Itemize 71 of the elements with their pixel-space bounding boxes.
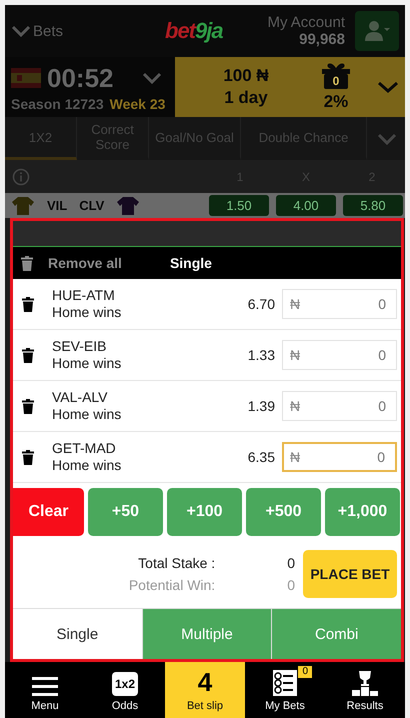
odds-value: 6.70: [248, 296, 275, 312]
currency-sign: ₦: [290, 449, 300, 465]
bet-type-tab[interactable]: Combi: [271, 609, 402, 659]
account-label[interactable]: My Account: [267, 14, 345, 31]
potential-win-value: 0: [287, 577, 295, 593]
odds-value: 6.35: [248, 449, 275, 465]
currency-sign: ₦: [290, 347, 300, 363]
trash-icon[interactable]: [22, 296, 34, 312]
chevron-down-icon[interactable]: [377, 132, 397, 146]
remove-all-button[interactable]: Remove all: [13, 247, 122, 279]
away-team: CLV: [79, 198, 104, 213]
bets-label[interactable]: Bets: [33, 22, 64, 40]
trash-icon[interactable]: [22, 348, 34, 362]
nav-item[interactable]: 4 Bet slip: [165, 662, 245, 718]
odds-button[interactable]: 5.80: [343, 195, 403, 216]
market-name: Home wins: [52, 355, 122, 372]
week-label: Week 23: [110, 96, 166, 112]
chevron-down-icon[interactable]: [377, 80, 399, 94]
chevron-down-icon[interactable]: [142, 71, 162, 85]
nav-item[interactable]: 1x2 Odds: [85, 662, 165, 718]
menu-icon: [32, 676, 58, 696]
countdown: 00:52: [47, 62, 114, 94]
odds-icon: 1x2: [112, 672, 138, 696]
slip-mode-label: Single: [170, 255, 212, 271]
potential-win-label: Potential Win:: [128, 577, 216, 593]
bet-count: 4: [198, 668, 212, 696]
odds-button[interactable]: 4.00: [276, 195, 336, 216]
nav-item[interactable]: Menu: [5, 662, 85, 718]
bets-badge: 0: [298, 666, 312, 678]
chevron-down-icon[interactable]: [11, 24, 31, 38]
trophy-podium-icon: [351, 670, 379, 696]
match-name: GET-MAD: [52, 440, 117, 457]
jackpot-period: 1 day: [224, 88, 268, 108]
logo: bet9ja: [165, 18, 223, 44]
account-button[interactable]: [355, 11, 399, 51]
market-name: Home wins: [52, 304, 122, 321]
jackpot-amount: 100 ₦: [223, 66, 269, 86]
nav-item[interactable]: Results: [325, 662, 405, 718]
currency-sign: ₦: [290, 398, 300, 414]
trash-icon[interactable]: [22, 398, 34, 414]
quick-stake-button[interactable]: +50: [88, 488, 163, 536]
quick-stake-button[interactable]: +500: [246, 488, 321, 536]
home-team: VIL: [47, 198, 68, 213]
trash-icon: [21, 256, 33, 270]
bet-type-tab[interactable]: Multiple: [142, 609, 272, 659]
market-name: Home wins: [52, 406, 122, 423]
balance: 99,968: [299, 31, 345, 48]
season-label: Season 12723: [11, 96, 104, 112]
match-name: HUE-ATM: [52, 287, 116, 304]
total-stake-label: Total Stake :: [138, 555, 216, 571]
total-stake-value: 0: [287, 555, 295, 571]
flag-icon: [11, 68, 41, 88]
odds-button[interactable]: 1.50: [209, 195, 269, 216]
match-name: VAL-ALV: [52, 389, 109, 406]
user-icon: [364, 20, 390, 42]
trash-icon[interactable]: [22, 450, 34, 464]
clear-button[interactable]: Clear: [13, 488, 84, 536]
quick-stake-button[interactable]: +1,000: [325, 488, 400, 536]
currency-sign: ₦: [290, 296, 300, 312]
nav-item[interactable]: 0 My Bets: [245, 662, 325, 718]
place-bet-button[interactable]: PLACE BET: [303, 550, 397, 598]
market-name: Home wins: [52, 457, 122, 474]
jackpot-panel[interactable]: 100 ₦ 1 day 0 2%: [175, 57, 405, 117]
checklist-icon: [272, 670, 298, 696]
jackpot-percent: 2%: [324, 92, 348, 112]
shirt-icon: [116, 196, 140, 216]
odds-value: 1.33: [248, 347, 275, 363]
match-name: SEV-EIB: [52, 338, 108, 355]
odds-value: 1.39: [248, 398, 275, 414]
quick-stake-button[interactable]: +100: [167, 488, 242, 536]
shirt-icon: [11, 196, 35, 216]
